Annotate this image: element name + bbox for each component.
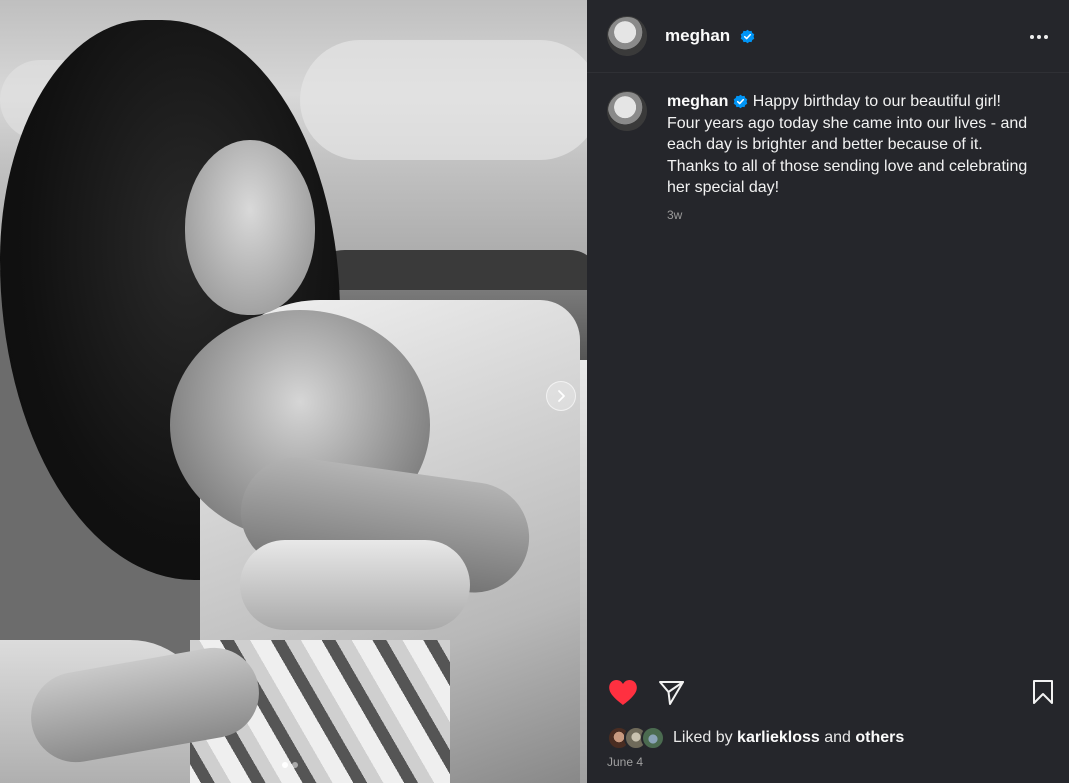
avatar[interactable]	[607, 91, 647, 131]
carousel-next-button[interactable]	[546, 381, 576, 411]
post-time-ago[interactable]: 3w	[667, 208, 1037, 222]
liked-by-summary: Liked by karliekloss and others	[607, 726, 904, 750]
author-username[interactable]: meghan	[665, 26, 755, 46]
verified-badge-icon	[733, 94, 748, 109]
photo-arm	[240, 540, 470, 630]
post-actions	[607, 676, 1057, 708]
like-button[interactable]	[607, 676, 639, 708]
paper-plane-icon	[658, 680, 684, 705]
post-caption: meghan Happy birthday to our beautiful g…	[607, 91, 1047, 222]
liked-by-user-link[interactable]: karliekloss	[737, 729, 820, 747]
liked-by-avatars[interactable]	[607, 726, 665, 750]
post-date[interactable]: June 4	[607, 755, 643, 769]
caption-paragraph: meghan Happy birthday to our beautiful g…	[667, 91, 1037, 199]
liked-by-and: and	[824, 729, 851, 746]
chevron-right-icon	[558, 390, 565, 402]
liked-by-others-link[interactable]: others	[855, 729, 904, 747]
heart-filled-icon	[609, 679, 637, 705]
post-header: meghan	[587, 0, 1069, 73]
carousel-dot-active	[282, 762, 288, 768]
author-username-text[interactable]: meghan	[665, 26, 730, 45]
bookmark-icon	[1033, 680, 1053, 704]
more-options-button[interactable]	[1027, 25, 1051, 49]
carousel-indicator	[282, 762, 298, 768]
avatar[interactable]	[607, 16, 647, 56]
save-button[interactable]	[1027, 676, 1059, 708]
photo-cloud	[300, 40, 587, 160]
post-media-image[interactable]	[0, 0, 587, 783]
photo-face	[185, 140, 315, 315]
share-button[interactable]	[655, 676, 687, 708]
more-horizontal-icon	[1030, 35, 1034, 39]
carousel-dot	[292, 762, 298, 768]
liked-by-prefix: Liked by	[673, 729, 733, 746]
avatar[interactable]	[641, 726, 665, 750]
post-side-panel: meghan meghan Happy birthday to our beau…	[587, 0, 1069, 783]
more-dot	[1037, 35, 1041, 39]
caption-username[interactable]: meghan	[667, 93, 728, 110]
photo-hills	[300, 250, 587, 295]
more-dot	[1044, 35, 1048, 39]
caption-text-block: meghan Happy birthday to our beautiful g…	[667, 91, 1037, 222]
verified-badge-icon	[740, 29, 755, 44]
